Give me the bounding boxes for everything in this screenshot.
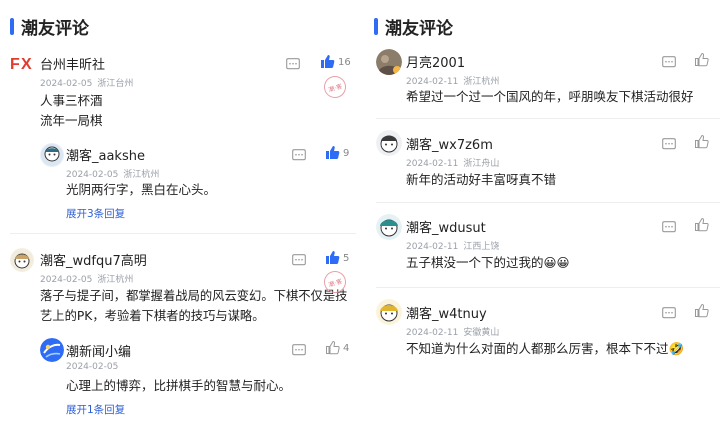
reply-icon[interactable] — [292, 147, 308, 161]
chaoke-stamp: 潮·客 — [321, 73, 349, 101]
like-outline-icon[interactable] — [694, 52, 710, 67]
like-icon[interactable] — [320, 54, 336, 68]
reply-icon[interactable] — [292, 342, 308, 356]
comment-text: 落子与提子间，都掌握着战局的风云变幻。下棋不仅是技艺上的PK，考验着下棋者的技巧… — [40, 289, 348, 323]
like-count: 9 — [343, 148, 350, 159]
svg-text:F: F — [10, 56, 20, 73]
comment-location: 浙江杭州 — [123, 170, 160, 180]
reply-icon[interactable] — [662, 305, 678, 319]
like-outline-icon[interactable] — [325, 340, 341, 355]
comment-date: 2024-02-05 — [66, 170, 119, 180]
section-header: 潮友评论 — [374, 14, 453, 39]
commenter-name[interactable]: 台州丰昕社 — [40, 54, 105, 73]
comment-text: 不知道为什么对面的人都那么厉害，根本下不过🤣 — [406, 341, 685, 356]
comment-date: 2024-02-11 — [406, 77, 459, 87]
comment-meta: 2024-02-05 — [66, 362, 123, 372]
stamp-text: 潮·客 — [327, 82, 344, 94]
cartoon-avatar[interactable] — [10, 248, 34, 272]
comment-location: 浙江杭州 — [97, 275, 134, 285]
section-title: 潮友评论 — [385, 19, 453, 39]
comment-meta: 2024-02-05 浙江杭州 — [40, 272, 133, 285]
like-icon[interactable] — [325, 250, 341, 264]
reply-icon[interactable] — [286, 56, 302, 70]
like-count: 5 — [343, 253, 350, 264]
section-accent-bar — [374, 18, 378, 35]
commenter-name[interactable]: 潮新闻小编 — [66, 341, 131, 360]
cartoon-avatar[interactable] — [376, 299, 402, 325]
comment-meta: 2024-02-11 安徽黄山 — [406, 325, 499, 338]
comment-divider — [10, 233, 356, 234]
like-outline-icon[interactable] — [694, 134, 710, 149]
commenter-name[interactable]: 潮客_wdusut — [406, 217, 486, 236]
cartoon-avatar[interactable] — [376, 130, 402, 156]
comment-line: 流年一局棋 — [40, 113, 103, 128]
section-accent-bar — [10, 18, 14, 35]
like-outline-icon[interactable] — [694, 217, 710, 232]
comment-location: 浙江杭州 — [463, 77, 500, 87]
reply-icon[interactable] — [662, 54, 678, 68]
commenter-name[interactable]: 潮客_wdfqu7高明 — [40, 250, 147, 269]
stamp-text: 潮·客 — [327, 277, 344, 289]
comment-date: 2024-02-11 — [406, 242, 459, 252]
photo-avatar[interactable] — [376, 49, 402, 75]
like-count: 16 — [338, 57, 351, 68]
comment-meta: 2024-02-11 江西上饶 — [406, 239, 499, 252]
comment-meta: 2024-02-05 浙江杭州 — [66, 167, 159, 180]
reply-icon[interactable] — [662, 136, 678, 150]
expand-replies-link[interactable]: 展开3条回复 — [66, 206, 125, 221]
cartoon-avatar[interactable] — [376, 214, 402, 240]
right-comments-panel: 潮友评论 月亮2001 2024-02-11 浙江杭州 希望过一个过一个国风的年，… — [364, 0, 720, 431]
like-icon[interactable] — [325, 145, 341, 159]
reply-icon[interactable] — [292, 252, 308, 266]
comment-location: 江西上饶 — [463, 242, 500, 252]
comment-date: 2024-02-11 — [406, 328, 459, 338]
comment-divider — [376, 202, 720, 203]
comment-meta: 2024-02-05 浙江台州 — [40, 76, 133, 89]
left-comments-panel: 潮友评论 F X 台州丰昕社 2024-02-05 浙江台州 人事三杯酒 流年一局… — [0, 0, 356, 431]
commenter-name[interactable]: 潮客_aakshe — [66, 145, 145, 164]
comment-divider — [376, 118, 720, 119]
like-count: 4 — [343, 343, 350, 354]
commenter-name[interactable]: 潮客_w4tnuy — [406, 303, 487, 322]
comment-text: 人事三杯酒 流年一局棋 — [40, 91, 103, 131]
comment-date: 2024-02-05 — [40, 79, 93, 89]
comment-line: 人事三杯酒 — [40, 93, 103, 108]
comment-text: 心理上的博弈，比拼棋手的智慧与耐心。 — [66, 378, 292, 393]
comment-date: 2024-02-05 — [40, 275, 93, 285]
comment-text: 五子棋没一个下的过我的😀😀 — [406, 255, 570, 270]
comment-meta: 2024-02-11 浙江舟山 — [406, 156, 499, 169]
comment-divider — [376, 287, 720, 288]
comment-meta: 2024-02-11 浙江杭州 — [406, 74, 499, 87]
comment-text: 新年的活动好丰富呀真不错 — [406, 172, 557, 187]
commenter-name[interactable]: 潮客_wx7z6m — [406, 134, 493, 153]
commenter-name[interactable]: 月亮2001 — [406, 52, 465, 71]
fx-logo-avatar[interactable]: F X — [10, 53, 36, 73]
comment-location: 浙江舟山 — [463, 159, 500, 169]
svg-text:X: X — [21, 56, 32, 73]
news-logo-avatar[interactable] — [40, 338, 64, 362]
comment-text: 光阴两行字，黑白在心头。 — [66, 182, 217, 197]
comment-location: 安徽黄山 — [463, 328, 500, 338]
comment-location: 浙江台州 — [97, 79, 134, 89]
expand-replies-link[interactable]: 展开1条回复 — [66, 402, 125, 417]
comment-date: 2024-02-11 — [406, 159, 459, 169]
cartoon-avatar[interactable] — [40, 143, 64, 167]
section-title: 潮友评论 — [21, 19, 89, 39]
reply-icon[interactable] — [662, 219, 678, 233]
like-outline-icon[interactable] — [694, 303, 710, 318]
section-header: 潮友评论 — [10, 14, 89, 39]
comment-date: 2024-02-05 — [66, 362, 119, 372]
comment-text: 希望过一个过一个国风的年，呼朋唤友下棋活动很好 — [406, 89, 694, 104]
